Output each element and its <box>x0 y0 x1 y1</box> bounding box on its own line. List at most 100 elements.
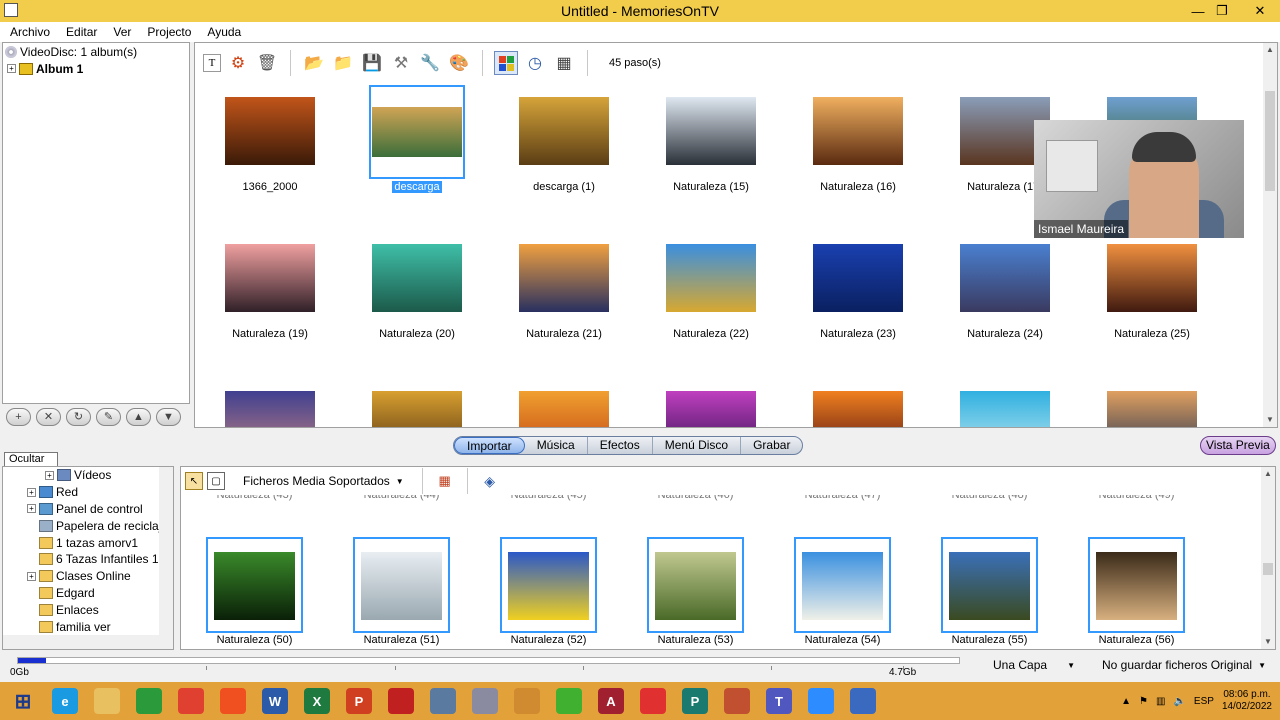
tab-importar[interactable]: Importar <box>454 437 525 454</box>
flag-icon[interactable]: ⚑ <box>1139 696 1148 707</box>
expand-icon[interactable]: + <box>7 64 16 73</box>
menu-editar[interactable]: Editar <box>60 25 103 39</box>
album-scrollbar[interactable]: ▲ ▼ <box>1263 43 1277 427</box>
taskbar-app[interactable] <box>842 682 884 720</box>
slide-thumbnail[interactable]: Naturaleza (21) <box>499 232 629 362</box>
save-icon[interactable]: 💾 <box>360 51 384 75</box>
taskbar-app[interactable]: e <box>44 682 86 720</box>
trash-icon[interactable]: 🗑 <box>255 51 279 75</box>
tab-grabar[interactable]: Grabar <box>741 437 802 454</box>
slide-thumbnail[interactable]: Naturaleza (19) <box>205 232 335 362</box>
expand-icon[interactable]: + <box>27 571 36 581</box>
menu-ayuda[interactable]: Ayuda <box>201 25 247 39</box>
slide-thumbnail[interactable] <box>499 379 629 427</box>
taskbar-app[interactable] <box>86 682 128 720</box>
close-button[interactable]: ✕ <box>1242 0 1278 22</box>
scroll-down-icon[interactable]: ▼ <box>1261 635 1275 649</box>
browse-folder-icon[interactable]: ↖ <box>185 472 203 490</box>
menu-archivo[interactable]: Archivo <box>4 25 56 39</box>
preview-button[interactable]: Vista Previa <box>1200 436 1276 455</box>
fs-item[interactable]: 6 Tazas Infantiles 16 <box>3 551 173 568</box>
fs-item[interactable]: 1 tazas amorv1 <box>3 534 173 551</box>
file-icon[interactable]: ▢ <box>207 472 225 490</box>
taskbar-app[interactable] <box>632 682 674 720</box>
tree-album[interactable]: + Album 1 <box>3 60 189 77</box>
fs-item[interactable]: + Clases Online <box>3 568 173 585</box>
scroll-down-icon[interactable]: ▼ <box>1263 413 1277 427</box>
fs-item[interactable]: + Panel de control <box>3 501 173 518</box>
tab-efectos[interactable]: Efectos <box>588 437 653 454</box>
slide-thumbnail[interactable]: Naturaleza (24) <box>940 232 1070 362</box>
thumbnail-view-icon[interactable]: ▦ <box>433 469 457 493</box>
taskbar-app[interactable] <box>380 682 422 720</box>
expand-icon[interactable]: + <box>27 504 36 514</box>
menu-projecto[interactable]: Projecto <box>141 25 197 39</box>
add-folder-icon[interactable]: 📂 <box>302 51 326 75</box>
move-down-icon[interactable]: ▼ <box>156 408 181 426</box>
slide-thumbnail[interactable]: Naturaleza (22) <box>646 232 776 362</box>
fs-item[interactable]: Enlaces <box>3 601 173 618</box>
layer-dropdown[interactable]: Una Capa ▼ <box>988 656 1080 674</box>
timeline-view-icon[interactable]: ◷ <box>523 51 547 75</box>
scroll-thumb[interactable] <box>1265 91 1275 191</box>
slide-thumbnail[interactable]: Naturaleza (25) <box>1087 232 1217 362</box>
menu-ver[interactable]: Ver <box>107 25 137 39</box>
fs-item[interactable]: + Vídeos <box>3 467 173 484</box>
tab-menu-disco[interactable]: Menú Disco <box>653 437 742 454</box>
fs-item[interactable]: familia ver <box>3 618 173 635</box>
fs-vscroll[interactable] <box>159 467 173 637</box>
scroll-up-icon[interactable]: ▲ <box>1261 467 1275 481</box>
wrench-icon[interactable]: 🔧 <box>418 51 442 75</box>
taskbar-app[interactable] <box>464 682 506 720</box>
settings-icon[interactable]: ⚙ <box>226 51 250 75</box>
slide-thumbnail[interactable] <box>1087 379 1217 427</box>
refresh-icon[interactable]: ↻ <box>66 408 91 426</box>
fs-item[interactable]: + Red <box>3 484 173 501</box>
network-icon[interactable]: ▥ <box>1156 696 1165 707</box>
edit-icon[interactable]: ✎ <box>96 408 121 426</box>
grid-view-icon[interactable]: ▦ <box>552 51 576 75</box>
palette-icon[interactable]: 🎨 <box>447 51 471 75</box>
save-option-dropdown[interactable]: No guardar ficheros Original ▼ <box>1097 656 1271 674</box>
fs-hscroll[interactable] <box>3 635 173 649</box>
slide-thumbnail[interactable]: 1366_2000 <box>205 85 335 215</box>
taskbar-app[interactable]: ⊞ <box>2 682 44 720</box>
taskbar-app[interactable]: T <box>758 682 800 720</box>
taskbar-app[interactable] <box>548 682 590 720</box>
taskbar-app[interactable]: W <box>254 682 296 720</box>
hide-tab[interactable]: Ocultar <box>4 452 58 466</box>
taskbar-app[interactable]: A <box>590 682 632 720</box>
tools-icon[interactable]: ⚒ <box>389 51 413 75</box>
slide-thumbnail[interactable] <box>940 379 1070 427</box>
browser-scrollbar[interactable]: ▲ ▼ <box>1261 467 1275 649</box>
expand-icon[interactable]: + <box>27 487 36 497</box>
tree-root[interactable]: VideoDisc: 1 album(s) <box>3 43 189 60</box>
taskbar-app[interactable] <box>422 682 464 720</box>
slide-thumbnail[interactable]: Naturaleza (16) <box>793 85 923 215</box>
fs-item[interactable]: Edgard <box>3 585 173 602</box>
remove-icon[interactable]: ✕ <box>36 408 61 426</box>
volume-icon[interactable]: 🔈 <box>1173 696 1185 707</box>
expand-icon[interactable]: + <box>45 470 54 480</box>
slide-thumbnail[interactable]: Naturaleza (23) <box>793 232 923 362</box>
slide-thumbnail[interactable]: Naturaleza (15) <box>646 85 776 215</box>
tab-musica[interactable]: Música <box>525 437 588 454</box>
scroll-thumb[interactable] <box>1263 563 1273 575</box>
taskbar-app[interactable] <box>506 682 548 720</box>
open-folder-icon[interactable]: 📁 <box>331 51 355 75</box>
taskbar-app[interactable] <box>800 682 842 720</box>
slide-thumbnail[interactable]: descarga (1) <box>499 85 629 215</box>
taskbar-app[interactable]: X <box>296 682 338 720</box>
taskbar-app[interactable] <box>170 682 212 720</box>
fs-item[interactable]: Papelera de reciclaj <box>3 517 173 534</box>
media-filter-dropdown[interactable]: Ficheros Media Soportados ▼ <box>235 474 412 488</box>
taskbar-app[interactable] <box>716 682 758 720</box>
taskbar-app[interactable]: P <box>674 682 716 720</box>
slide-thumbnail[interactable] <box>352 379 482 427</box>
taskbar-app[interactable]: P <box>338 682 380 720</box>
slide-thumbnail[interactable] <box>793 379 923 427</box>
slide-thumbnail[interactable] <box>205 379 335 427</box>
chevron-up-icon[interactable]: ▲ <box>1121 696 1131 707</box>
taskbar-app[interactable] <box>128 682 170 720</box>
language-indicator[interactable]: ESP <box>1194 696 1214 707</box>
